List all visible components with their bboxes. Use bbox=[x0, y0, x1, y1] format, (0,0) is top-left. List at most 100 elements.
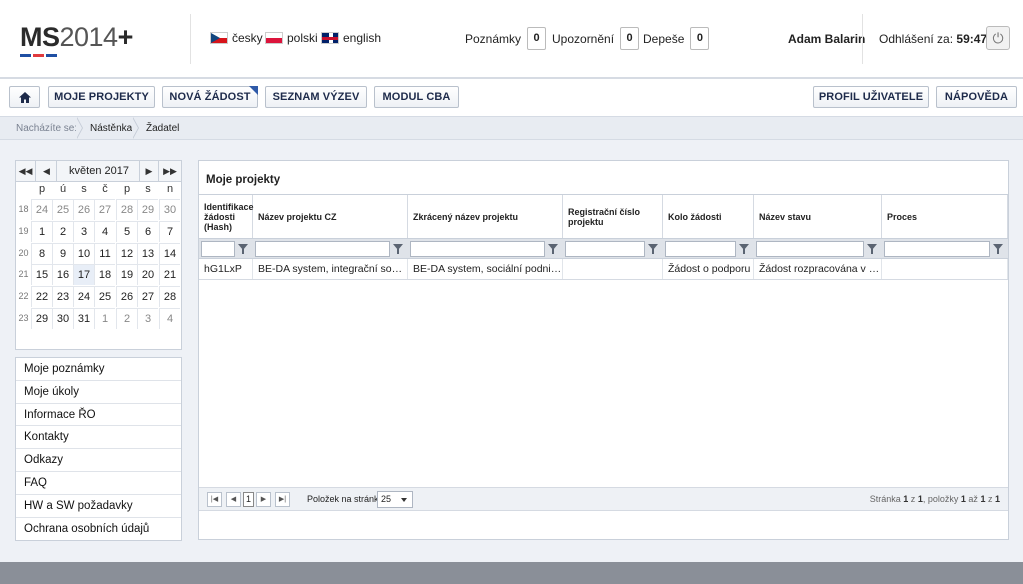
home-button[interactable] bbox=[9, 86, 40, 108]
calendar-day[interactable]: 20 bbox=[137, 264, 158, 286]
last-page-icon[interactable]: ▶| bbox=[275, 492, 290, 507]
calendar-day[interactable]: 29 bbox=[137, 199, 158, 220]
calendar-day[interactable]: 25 bbox=[52, 199, 73, 220]
calendar-day[interactable]: 12 bbox=[116, 242, 137, 264]
calendar-day[interactable]: 4 bbox=[94, 220, 115, 242]
column-header[interactable]: Registrační číslo projektu bbox=[563, 195, 663, 239]
column-header[interactable]: Proces bbox=[882, 195, 1008, 239]
nav-profil-uzivatele[interactable]: PROFIL UŽIVATELE bbox=[813, 86, 929, 108]
calendar-day[interactable]: 27 bbox=[94, 199, 115, 220]
calendar-day[interactable]: 30 bbox=[52, 308, 73, 329]
notes-counter[interactable]: Poznámky 0 bbox=[465, 27, 547, 50]
filter-input[interactable] bbox=[884, 241, 990, 257]
filter-input[interactable] bbox=[665, 241, 736, 257]
current-page[interactable]: 1 bbox=[243, 492, 254, 507]
filter-input[interactable] bbox=[565, 241, 645, 257]
nav-seznam-vyzev[interactable]: SEZNAM VÝZEV bbox=[265, 86, 367, 108]
calendar-day[interactable]: 27 bbox=[137, 286, 158, 308]
first-page-icon[interactable]: |◀ bbox=[207, 492, 222, 507]
filter-input[interactable] bbox=[201, 241, 235, 257]
calendar-day[interactable]: 5 bbox=[116, 220, 137, 242]
prev-year-icon[interactable]: ◀◀ bbox=[16, 161, 36, 182]
column-header[interactable]: Kolo žádosti bbox=[663, 195, 754, 239]
filter-input[interactable] bbox=[255, 241, 390, 257]
column-header[interactable]: Zkrácený název projektu bbox=[408, 195, 563, 239]
messages-counter[interactable]: Depeše 0 bbox=[643, 27, 710, 50]
language-en[interactable]: english bbox=[321, 31, 381, 45]
side-menu-item[interactable]: Ochrana osobních údajů bbox=[16, 518, 181, 541]
calendar-day[interactable]: 14 bbox=[159, 242, 180, 264]
filter-icon[interactable] bbox=[547, 243, 559, 255]
calendar-day[interactable]: 23 bbox=[52, 286, 73, 308]
nav-napoveda[interactable]: NÁPOVĚDA bbox=[936, 86, 1017, 108]
nav-nova-zadost[interactable]: NOVÁ ŽÁDOST bbox=[162, 86, 258, 108]
calendar-day[interactable]: 15 bbox=[31, 264, 52, 286]
calendar-day[interactable]: 30 bbox=[159, 199, 180, 220]
calendar-day[interactable]: 28 bbox=[116, 199, 137, 220]
filter-icon[interactable] bbox=[866, 243, 878, 255]
calendar-day[interactable]: 13 bbox=[137, 242, 158, 264]
calendar-day[interactable]: 22 bbox=[31, 286, 52, 308]
calendar-day[interactable]: 1 bbox=[94, 308, 115, 329]
nav-modul-cba[interactable]: MODUL CBA bbox=[374, 86, 459, 108]
language-pl[interactable]: polski bbox=[265, 31, 318, 45]
next-month-icon[interactable]: ▶ bbox=[139, 161, 159, 182]
prev-month-icon[interactable]: ◀ bbox=[37, 161, 57, 182]
calendar-day[interactable]: 10 bbox=[73, 242, 94, 264]
side-menu-item[interactable]: Moje poznámky bbox=[16, 358, 181, 381]
filter-input[interactable] bbox=[756, 241, 864, 257]
power-icon[interactable]: ⏻ bbox=[986, 26, 1010, 50]
side-menu-item[interactable]: Moje úkoly bbox=[16, 381, 181, 404]
alerts-counter[interactable]: Upozornění 0 bbox=[552, 27, 640, 50]
calendar-day[interactable]: 26 bbox=[73, 199, 94, 220]
next-year-icon[interactable]: ▶▶ bbox=[160, 161, 180, 182]
column-header[interactable]: Identifikace žádosti (Hash) bbox=[199, 195, 254, 239]
calendar-day[interactable]: 6 bbox=[137, 220, 158, 242]
calendar-day[interactable]: 1 bbox=[31, 220, 52, 242]
calendar-day[interactable]: 2 bbox=[116, 308, 137, 329]
filter-icon[interactable] bbox=[647, 243, 659, 255]
calendar-day[interactable]: 3 bbox=[137, 308, 158, 329]
prev-page-icon[interactable]: ◀ bbox=[226, 492, 241, 507]
calendar-day[interactable]: 24 bbox=[31, 199, 52, 220]
calendar-day[interactable]: 2 bbox=[52, 220, 73, 242]
calendar-day[interactable]: 29 bbox=[31, 308, 52, 329]
table-row[interactable]: hG1LxP BE-DA system, integrační sociáln..… bbox=[199, 259, 1008, 280]
column-header[interactable]: Název projektu CZ bbox=[253, 195, 408, 239]
app-logo[interactable]: MS2014+ bbox=[20, 22, 133, 57]
filter-input[interactable] bbox=[410, 241, 545, 257]
calendar-day[interactable]: 28 bbox=[159, 286, 180, 308]
filter-icon[interactable] bbox=[992, 243, 1004, 255]
filter-icon[interactable] bbox=[392, 243, 404, 255]
calendar-day[interactable]: 4 bbox=[159, 308, 180, 329]
calendar-day[interactable]: 9 bbox=[52, 242, 73, 264]
calendar-title[interactable]: květen 2017 bbox=[60, 161, 138, 182]
side-menu-item[interactable]: HW a SW požadavky bbox=[16, 495, 181, 518]
calendar-day[interactable]: 3 bbox=[73, 220, 94, 242]
calendar-day[interactable]: 8 bbox=[31, 242, 52, 264]
user-name[interactable]: Adam Balarin bbox=[788, 32, 865, 46]
next-page-icon[interactable]: ▶ bbox=[256, 492, 271, 507]
calendar-day[interactable]: 7 bbox=[159, 220, 180, 242]
calendar-day[interactable]: 11 bbox=[94, 242, 115, 264]
side-menu-item[interactable]: FAQ bbox=[16, 472, 181, 495]
language-cs[interactable]: česky bbox=[210, 31, 263, 45]
per-page-select[interactable]: 25 bbox=[377, 491, 413, 508]
calendar-day[interactable]: 25 bbox=[94, 286, 115, 308]
side-menu-item[interactable]: Kontakty bbox=[16, 426, 181, 450]
calendar-day[interactable]: 31 bbox=[73, 308, 94, 329]
calendar-day[interactable]: 16 bbox=[52, 264, 73, 286]
column-header[interactable]: Název stavu bbox=[754, 195, 882, 239]
side-menu-item[interactable]: Odkazy bbox=[16, 449, 181, 472]
nav-moje-projekty[interactable]: MOJE PROJEKTY bbox=[48, 86, 155, 108]
filter-icon[interactable] bbox=[237, 243, 249, 255]
breadcrumb-item-nastenka[interactable]: Nástěnka bbox=[90, 123, 132, 134]
calendar-day[interactable]: 24 bbox=[73, 286, 94, 308]
calendar-day[interactable]: 19 bbox=[116, 264, 137, 286]
calendar-day[interactable]: 18 bbox=[94, 264, 115, 286]
side-menu-item[interactable]: Informace ŘO bbox=[16, 404, 181, 427]
filter-icon[interactable] bbox=[738, 243, 750, 255]
calendar-day[interactable]: 21 bbox=[159, 264, 180, 286]
calendar-day[interactable]: 26 bbox=[116, 286, 137, 308]
calendar-day[interactable]: 17 bbox=[73, 264, 94, 286]
